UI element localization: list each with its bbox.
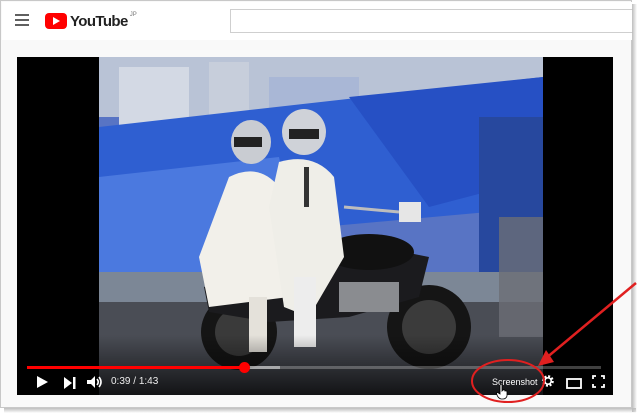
current-time: 0:39 — [111, 376, 131, 387]
youtube-logo-icon — [45, 13, 67, 29]
theater-mode-icon — [566, 378, 582, 389]
settings-button[interactable] — [541, 374, 555, 388]
progress-played — [27, 366, 244, 369]
video-player[interactable]: 0:39 / 1:43 Screenshot — [17, 57, 613, 395]
theater-mode-button[interactable] — [566, 376, 582, 389]
hamburger-menu-icon[interactable] — [15, 14, 29, 26]
play-button[interactable] — [35, 375, 49, 389]
time-display: 0:39 / 1:43 — [111, 375, 158, 389]
fullscreen-icon — [592, 375, 605, 388]
page-shadow-bottom — [4, 408, 636, 413]
progress-scrubber[interactable] — [238, 362, 250, 373]
volume-button[interactable] — [87, 375, 103, 389]
page-shadow-right — [632, 4, 637, 412]
hand-cursor-icon — [496, 384, 508, 400]
next-button[interactable] — [63, 376, 77, 389]
play-icon — [37, 376, 48, 388]
youtube-masthead: YouTube JP — [2, 2, 633, 40]
next-icon — [64, 377, 76, 389]
progress-bar[interactable] — [27, 362, 601, 373]
search-input[interactable] — [230, 9, 633, 33]
logo-region-label: JP — [129, 12, 137, 18]
gear-icon — [542, 375, 554, 387]
youtube-logo[interactable]: YouTube JP — [45, 12, 137, 30]
volume-icon — [87, 376, 102, 388]
duration: 1:43 — [138, 376, 159, 387]
time-separator: / — [130, 376, 139, 387]
fullscreen-button[interactable] — [592, 375, 605, 388]
logo-text: YouTube — [70, 12, 128, 30]
